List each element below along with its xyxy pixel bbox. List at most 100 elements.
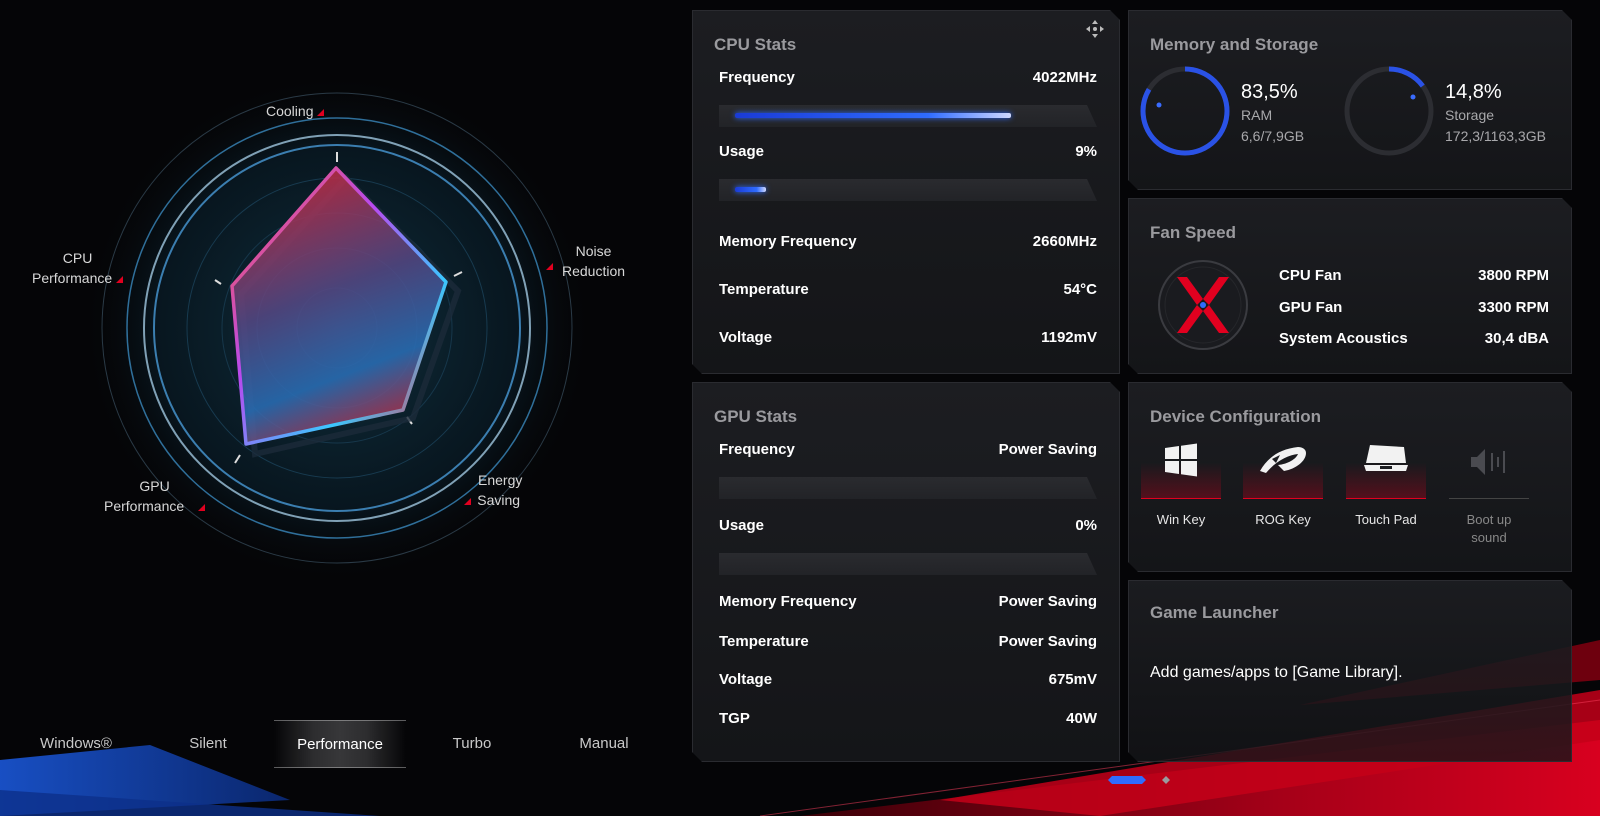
gpu-fan-value: 3300 RPM [1478, 299, 1549, 316]
rog-icon [1243, 439, 1323, 499]
cpu-voltage-label: Voltage [719, 329, 773, 346]
gpu-frequency-value: Power Saving [998, 441, 1097, 458]
ram-ring [1137, 63, 1233, 159]
gpu-tgp-label: TGP [719, 710, 750, 727]
cpu-fan-value: 3800 RPM [1478, 267, 1549, 284]
gpu-memfreq-value: Power Saving [998, 593, 1097, 610]
boot-sound-toggle[interactable]: Boot up sound [1449, 439, 1529, 547]
gpu-voltage-value: 675mV [1048, 671, 1097, 688]
sound-icon [1449, 439, 1529, 499]
mode-silent[interactable]: Silent [142, 720, 274, 768]
mode-performance[interactable]: Performance [274, 720, 406, 768]
windows-icon [1141, 439, 1221, 499]
radar-label-cpu: CPU Performance [32, 248, 124, 288]
rog-key-label: ROG Key [1255, 512, 1311, 527]
gpu-frequency-row: Frequency Power Saving [719, 441, 1097, 458]
cpu-fan-row: CPU Fan 3800 RPM [1279, 267, 1549, 284]
device-config-panel: Device Configuration Win Key ROG Key Tou… [1128, 382, 1572, 572]
storage-ring [1341, 63, 1437, 159]
gpu-temp-value: Power Saving [998, 633, 1097, 650]
mode-turbo[interactable]: Turbo [406, 720, 538, 768]
cpu-frequency-value: 4022MHz [1032, 69, 1097, 86]
gpu-temp-label: Temperature [719, 633, 809, 650]
caret-icon [464, 498, 472, 505]
radar-label-gpu: GPU Performance [104, 476, 206, 516]
gpu-stats-title: GPU Stats [714, 407, 798, 426]
cpu-frequency-bar-fill [735, 113, 1011, 118]
performance-radar: Cooling Noise Reduction CPU Performance … [0, 0, 690, 700]
fan-icon [1157, 259, 1249, 351]
cpu-usage-row: Usage 9% [719, 143, 1097, 160]
cpu-temp-value: 54°C [1063, 281, 1097, 298]
gpu-memfreq-row: Memory Frequency Power Saving [719, 593, 1097, 610]
win-key-label: Win Key [1156, 512, 1206, 527]
caret-icon [546, 263, 553, 270]
gpu-usage-bar [719, 553, 1097, 575]
cpu-usage-bar [719, 179, 1097, 201]
cpu-fan-label: CPU Fan [1279, 267, 1342, 284]
page-indicator [1108, 772, 1178, 793]
storage-label: Storage [1445, 107, 1495, 123]
cpu-temp-row: Temperature 54°C [719, 281, 1097, 298]
cpu-stats-title: CPU Stats [714, 35, 797, 54]
caret-icon [198, 504, 206, 511]
cpu-frequency-bar [719, 105, 1097, 127]
fan-speed-panel: Fan Speed CPU Fan 3800 RPM GPU Fan 3300 … [1128, 198, 1572, 374]
caret-icon [317, 109, 325, 116]
mode-manual[interactable]: Manual [538, 720, 670, 768]
boot-sound-label: Boot up sound [1466, 512, 1512, 545]
radar-label-noise: Noise Reduction [546, 241, 625, 281]
gpu-voltage-label: Voltage [719, 671, 773, 688]
memory-storage-title: Memory and Storage [1150, 35, 1319, 54]
cpu-stats-panel: CPU Stats Frequency 4022MHz Usage 9% Mem… [692, 10, 1120, 374]
cpu-voltage-value: 1192mV [1041, 329, 1097, 346]
page-dot-active[interactable] [1108, 776, 1146, 784]
cpu-usage-label: Usage [719, 143, 765, 160]
rog-key-toggle[interactable]: ROG Key [1243, 439, 1323, 529]
cpu-usage-bar-fill [735, 187, 766, 192]
touchpad-icon [1346, 439, 1426, 499]
gpu-tgp-row: TGP 40W [719, 710, 1097, 727]
cpu-memfreq-label: Memory Frequency [719, 233, 857, 250]
ram-percent: 83,5% [1241, 81, 1298, 103]
acoustics-row: System Acoustics 30,4 dBA [1279, 330, 1549, 347]
gpu-memfreq-label: Memory Frequency [719, 593, 857, 610]
gpu-usage-label: Usage [719, 517, 765, 534]
gpu-fan-label: GPU Fan [1279, 299, 1343, 316]
cpu-frequency-row: Frequency 4022MHz [719, 69, 1097, 86]
gpu-voltage-row: Voltage 675mV [719, 671, 1097, 688]
gpu-usage-row: Usage 0% [719, 517, 1097, 534]
fan-speed-title: Fan Speed [1150, 223, 1236, 242]
gpu-temp-row: Temperature Power Saving [719, 633, 1097, 650]
cpu-temp-label: Temperature [719, 281, 809, 298]
gpu-fan-row: GPU Fan 3300 RPM [1279, 299, 1549, 316]
cpu-usage-value: 9% [1075, 143, 1097, 160]
gpu-usage-value: 0% [1075, 517, 1097, 534]
touchpad-label: Touch Pad [1355, 512, 1417, 527]
ram-detail: 6,6/7,9GB [1241, 128, 1305, 144]
storage-detail: 172,3/1163,3GB [1445, 128, 1546, 144]
radar-chart [82, 73, 592, 583]
page-dot[interactable] [1162, 776, 1170, 784]
cpu-voltage-row: Voltage 1192mV [719, 329, 1097, 346]
cpu-frequency-label: Frequency [719, 69, 795, 86]
cpu-memfreq-row: Memory Frequency 2660MHz [719, 233, 1097, 250]
game-launcher-panel: Game Launcher Add games/apps to [Game Li… [1128, 580, 1572, 762]
storage-percent: 14,8% [1445, 81, 1502, 103]
gpu-stats-panel: GPU Stats Frequency Power Saving Usage 0… [692, 382, 1120, 762]
mode-windows[interactable]: Windows® [10, 720, 142, 768]
move-icon[interactable] [1085, 19, 1105, 39]
acoustics-value: 30,4 dBA [1484, 330, 1549, 347]
ram-label: RAM [1241, 107, 1273, 123]
cpu-memfreq-value: 2660MHz [1032, 233, 1097, 250]
win-key-toggle[interactable]: Win Key [1141, 439, 1221, 529]
touchpad-toggle[interactable]: Touch Pad [1346, 439, 1426, 529]
game-launcher-title: Game Launcher [1150, 603, 1279, 622]
operating-mode-bar: Windows® Silent Performance Turbo Manual [10, 720, 670, 768]
gpu-tgp-value: 40W [1066, 710, 1097, 727]
memory-storage-panel: Memory and Storage 83,5% RAM 6,6/7,9GB 1… [1128, 10, 1572, 190]
game-library-link[interactable]: Add games/apps to [Game Library]. [1150, 664, 1403, 682]
device-config-title: Device Configuration [1150, 407, 1321, 426]
radar-label-energy: Energy Saving [458, 470, 522, 510]
acoustics-label: System Acoustics [1279, 330, 1408, 347]
